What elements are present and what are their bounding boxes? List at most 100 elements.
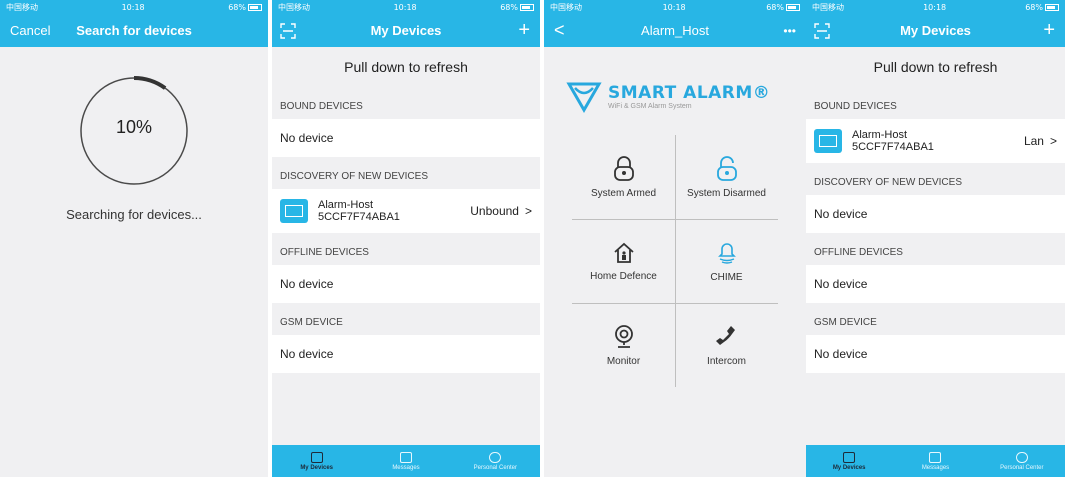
- page-title: Alarm_Host: [641, 23, 709, 38]
- list-item: No device: [806, 195, 1065, 233]
- logo-subtitle: WiFi & GSM Alarm System: [608, 102, 692, 110]
- time-label: 10:18: [121, 2, 145, 12]
- carrier-label: 中国移动: [812, 2, 844, 12]
- my-devices-screen-bound: 中国移动 10:18 68% My Devices + Pull down to…: [806, 0, 1065, 477]
- monitor-button[interactable]: Monitor: [572, 303, 675, 387]
- page-title: My Devices: [370, 23, 442, 38]
- page-title: Search for devices: [76, 23, 192, 38]
- searching-message: Searching for devices...: [66, 207, 202, 222]
- system-armed-button[interactable]: System Armed: [572, 135, 675, 219]
- camera-icon: [614, 324, 633, 348]
- status-bar: 中国移动 10:18 68%: [272, 0, 540, 14]
- device-list[interactable]: Pull down to refresh BOUND DEVICES Alarm…: [806, 47, 1065, 445]
- battery-label: 68%: [766, 2, 784, 12]
- nav-bar: Cancel Search for devices: [0, 14, 268, 47]
- section-header: OFFLINE DEVICES: [280, 247, 369, 258]
- empty-label: No device: [814, 347, 868, 361]
- brand-logo: SMART ALARM® WiFi & GSM Alarm System: [566, 71, 786, 121]
- carrier-label: 中国移动: [550, 2, 582, 12]
- battery-icon: [520, 3, 534, 11]
- status-bar: 中国移动 10:18 68%: [544, 0, 806, 14]
- device-id: 5CCF7F74ABA1: [852, 141, 934, 153]
- system-disarmed-button[interactable]: System Disarmed: [675, 135, 778, 219]
- carrier-label: 中国移动: [278, 2, 310, 12]
- battery-icon: [1045, 3, 1059, 11]
- list-item: No device: [272, 335, 540, 373]
- time-label: 10:18: [393, 2, 417, 12]
- section-header: DISCOVERY OF NEW DEVICES: [814, 177, 962, 188]
- empty-label: No device: [814, 207, 868, 221]
- list-item: No device: [806, 335, 1065, 373]
- battery-label: 68%: [1025, 2, 1043, 12]
- battery-label: 68%: [228, 2, 246, 12]
- device-status: Lan: [1023, 134, 1044, 148]
- message-icon: [929, 451, 942, 463]
- tab-personal-center[interactable]: Personal Center: [451, 445, 540, 477]
- pull-to-refresh: Pull down to refresh: [344, 59, 468, 75]
- empty-label: No device: [280, 347, 334, 361]
- more-icon[interactable]: •••: [783, 24, 796, 38]
- person-icon: [1015, 451, 1028, 463]
- device-list[interactable]: Pull down to refresh BOUND DEVICES No de…: [272, 47, 540, 445]
- grid-icon: [843, 451, 856, 463]
- list-item: No device: [272, 119, 540, 157]
- empty-label: No device: [280, 277, 334, 291]
- list-item: No device: [272, 265, 540, 303]
- tab-messages[interactable]: Messages: [892, 445, 978, 477]
- battery-icon: [786, 3, 800, 11]
- battery-icon: [248, 3, 262, 11]
- control-panel: SMART ALARM® WiFi & GSM Alarm System Sys…: [544, 47, 806, 477]
- page-title: My Devices: [900, 23, 971, 38]
- section-header: OFFLINE DEVICES: [814, 247, 903, 258]
- section-header: GSM DEVICE: [814, 317, 877, 328]
- status-bar: 中国移动 10:18 68%: [806, 0, 1065, 14]
- time-label: 10:18: [923, 2, 947, 12]
- add-icon[interactable]: +: [518, 19, 530, 42]
- device-row[interactable]: Alarm-Host 5CCF7F74ABA1 Unbound >: [272, 189, 540, 233]
- add-icon[interactable]: +: [1043, 19, 1055, 42]
- progress-percent: 10%: [115, 117, 153, 137]
- search-area: 10% Searching for devices...: [0, 47, 268, 477]
- nav-bar: My Devices +: [272, 14, 540, 47]
- device-row[interactable]: Alarm-Host 5CCF7F74ABA1 Lan >: [806, 119, 1065, 163]
- section-header: DISCOVERY OF NEW DEVICES: [280, 171, 428, 182]
- chime-button[interactable]: CHIME: [675, 219, 778, 303]
- time-label: 10:18: [662, 2, 686, 12]
- grid-icon: [310, 451, 323, 463]
- section-header: BOUND DEVICES: [280, 101, 363, 112]
- person-icon: [489, 451, 502, 463]
- tab-my-devices[interactable]: My Devices: [272, 445, 361, 477]
- chevron-right-icon: >: [1049, 134, 1057, 148]
- home-defence-icon: [613, 242, 634, 263]
- nav-bar: < Alarm_Host •••: [544, 14, 806, 47]
- nav-bar: My Devices +: [806, 14, 1065, 47]
- device-icon: [814, 129, 842, 153]
- tab-bar: My Devices Messages Personal Center: [806, 445, 1065, 477]
- my-devices-screen-unbound: 中国移动 10:18 68% My Devices + Pull down to…: [272, 0, 540, 477]
- logo-title: SMART ALARM®: [608, 82, 771, 103]
- battery-label: 68%: [500, 2, 518, 12]
- device-name: Alarm-Host: [852, 129, 908, 141]
- tab-personal-center[interactable]: Personal Center: [979, 445, 1065, 477]
- empty-label: No device: [814, 277, 868, 291]
- shield-icon: [566, 82, 602, 114]
- device-status: Unbound: [470, 204, 519, 218]
- tab-bar: My Devices Messages Personal Center: [272, 445, 540, 477]
- phone-icon: [715, 325, 735, 345]
- home-defence-button[interactable]: Home Defence: [572, 219, 675, 303]
- section-header: BOUND DEVICES: [814, 101, 897, 112]
- search-screen: 中国移动 10:18 68% Cancel Search for devices…: [0, 0, 268, 477]
- control-grid: System Armed System Disarmed Home Defenc…: [572, 135, 778, 387]
- bell-icon: [717, 242, 736, 264]
- intercom-button[interactable]: Intercom: [675, 303, 778, 387]
- empty-label: No device: [280, 131, 334, 145]
- section-header: GSM DEVICE: [280, 317, 343, 328]
- alarm-host-screen: 中国移动 10:18 68% < Alarm_Host ••• SMART AL…: [544, 0, 806, 477]
- message-icon: [399, 451, 412, 463]
- tab-messages[interactable]: Messages: [361, 445, 450, 477]
- device-icon: [280, 199, 308, 223]
- tab-my-devices[interactable]: My Devices: [806, 445, 892, 477]
- chevron-right-icon: >: [524, 204, 532, 218]
- pull-to-refresh: Pull down to refresh: [873, 59, 998, 75]
- status-bar: 中国移动 10:18 68%: [0, 0, 268, 14]
